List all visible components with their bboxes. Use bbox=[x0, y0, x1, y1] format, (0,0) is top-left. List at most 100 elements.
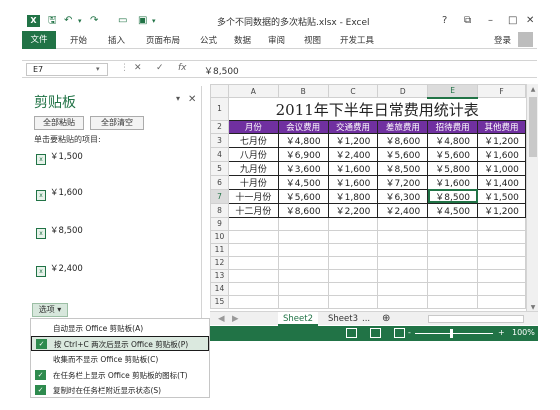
row-header[interactable]: 13 bbox=[210, 268, 229, 283]
tab-home[interactable]: 开始 bbox=[70, 34, 87, 46]
confirm-entry-icon[interactable]: ✓ bbox=[156, 63, 164, 73]
tab-sheet3[interactable]: Sheet3 bbox=[328, 312, 358, 326]
data-cell[interactable]: ￥6,300 bbox=[377, 188, 429, 204]
pane-close-icon[interactable]: ✕ bbox=[188, 94, 196, 105]
row-header[interactable]: 1 bbox=[210, 97, 229, 121]
header-cell[interactable]: 月份 bbox=[227, 119, 279, 134]
empty-cell[interactable] bbox=[427, 242, 479, 257]
save-as-icon[interactable]: ▣ bbox=[138, 14, 147, 28]
data-cell[interactable]: ￥1,000 bbox=[477, 160, 526, 176]
empty-cell[interactable] bbox=[227, 242, 279, 257]
data-cell[interactable]: ￥4,500 bbox=[277, 174, 329, 190]
save-icon[interactable]: 🖫 bbox=[48, 14, 57, 28]
data-cell[interactable]: ￥8,500 bbox=[377, 160, 429, 176]
data-cell[interactable]: ￥6,900 bbox=[277, 146, 329, 162]
help-button[interactable]: ? bbox=[442, 14, 447, 28]
data-cell[interactable]: ￥5,600 bbox=[277, 188, 329, 204]
zoom-level[interactable]: 100% bbox=[512, 328, 535, 337]
tab-page-layout[interactable]: 页面布局 bbox=[146, 34, 180, 46]
empty-cell[interactable] bbox=[427, 294, 479, 309]
close-button[interactable]: ✕ bbox=[526, 14, 534, 28]
data-cell[interactable]: ￥1,600 bbox=[477, 146, 526, 162]
menu-item-taskbar-icon[interactable]: ✓ 在任务栏上显示 Office 剪贴板的图标(T) bbox=[31, 368, 209, 383]
empty-cell[interactable] bbox=[327, 216, 379, 231]
header-cell[interactable]: 会议费用 bbox=[277, 119, 329, 134]
tab-insert[interactable]: 插入 bbox=[108, 34, 125, 46]
tab-sheet2[interactable]: Sheet2 bbox=[278, 312, 318, 326]
data-cell[interactable]: ￥1,600 bbox=[327, 174, 379, 190]
empty-cell[interactable] bbox=[327, 229, 379, 244]
row-header[interactable]: 12 bbox=[210, 255, 229, 270]
empty-cell[interactable] bbox=[227, 268, 279, 283]
data-cell[interactable]: ￥3,600 bbox=[277, 160, 329, 176]
data-cell[interactable]: ￥1,600 bbox=[327, 160, 379, 176]
more-sheets-button[interactable]: ... bbox=[362, 312, 370, 326]
redo-icon[interactable]: ↷ bbox=[90, 14, 98, 28]
data-cell[interactable]: 十一月份 bbox=[227, 188, 279, 204]
paste-all-button[interactable]: 全部粘贴 bbox=[34, 116, 84, 130]
qat-dropdown-icon[interactable]: ▾ bbox=[152, 14, 156, 28]
empty-cell[interactable] bbox=[427, 216, 479, 231]
header-cell[interactable]: 交通费用 bbox=[327, 119, 379, 134]
options-button[interactable]: 选项 ▾ bbox=[32, 303, 68, 317]
data-cell[interactable]: ￥1,600 bbox=[427, 174, 479, 190]
header-cell[interactable]: 差旅费用 bbox=[377, 119, 429, 134]
data-cell[interactable]: ￥2,400 bbox=[377, 202, 429, 218]
undo-dropdown-icon[interactable]: ▾ bbox=[78, 14, 82, 28]
empty-cell[interactable] bbox=[327, 242, 379, 257]
cancel-entry-icon[interactable]: ✕ bbox=[134, 63, 142, 73]
row-header[interactable]: 9 bbox=[210, 216, 229, 231]
empty-cell[interactable] bbox=[477, 294, 526, 309]
empty-cell[interactable] bbox=[377, 268, 429, 283]
row-header[interactable]: 2 bbox=[210, 119, 229, 134]
pane-options-icon[interactable]: ▾ bbox=[176, 94, 180, 103]
data-cell[interactable]: 十二月份 bbox=[227, 202, 279, 218]
row-header[interactable]: 10 bbox=[210, 229, 229, 244]
select-all-corner[interactable] bbox=[210, 84, 229, 98]
empty-cell[interactable] bbox=[277, 242, 329, 257]
empty-cell[interactable] bbox=[427, 229, 479, 244]
data-cell[interactable]: ￥4,500 bbox=[427, 202, 479, 218]
column-header-b[interactable]: B bbox=[277, 84, 329, 98]
empty-cell[interactable] bbox=[477, 216, 526, 231]
menu-item-auto-show[interactable]: 自动显示 Office 剪贴板(A) bbox=[31, 321, 209, 336]
open-folder-icon[interactable]: ▭ bbox=[118, 14, 127, 28]
minimize-button[interactable]: – bbox=[488, 14, 493, 28]
scroll-thumb[interactable] bbox=[529, 97, 537, 157]
row-header[interactable]: 5 bbox=[210, 160, 229, 176]
column-header-f[interactable]: F bbox=[477, 84, 526, 98]
data-cell[interactable]: 十月份 bbox=[227, 174, 279, 190]
clipboard-item[interactable]: x ￥2,400 bbox=[36, 262, 83, 277]
column-header-d[interactable]: D bbox=[377, 84, 429, 98]
clipboard-item[interactable]: x ￥1,500 bbox=[36, 150, 83, 165]
tab-view[interactable]: 视图 bbox=[304, 34, 321, 46]
tab-data[interactable]: 数据 bbox=[234, 34, 251, 46]
tab-developer[interactable]: 开发工具 bbox=[340, 34, 374, 46]
tab-formulas[interactable]: 公式 bbox=[200, 34, 217, 46]
data-cell[interactable]: ￥2,200 bbox=[327, 202, 379, 218]
data-cell[interactable]: ￥1,200 bbox=[327, 132, 379, 148]
empty-cell[interactable] bbox=[227, 294, 279, 309]
empty-cell[interactable] bbox=[427, 255, 479, 270]
sheet-prev-icon[interactable]: ◀ bbox=[218, 312, 225, 326]
data-cell[interactable]: ￥8,600 bbox=[277, 202, 329, 218]
avatar[interactable] bbox=[518, 32, 533, 47]
scroll-up-icon[interactable]: ▲ bbox=[528, 85, 538, 95]
clipboard-item[interactable]: x ￥8,500 bbox=[36, 224, 83, 239]
vertical-scrollbar[interactable]: ▲ ▼ bbox=[526, 84, 538, 314]
column-header-a[interactable]: A bbox=[227, 84, 279, 98]
empty-cell[interactable] bbox=[327, 255, 379, 270]
zoom-out-button[interactable]: - bbox=[408, 328, 411, 337]
ribbon-display-button[interactable]: ⧉ bbox=[464, 14, 471, 28]
empty-cell[interactable] bbox=[477, 229, 526, 244]
data-cell[interactable]: 七月份 bbox=[227, 132, 279, 148]
zoom-in-button[interactable]: + bbox=[498, 328, 505, 337]
data-cell[interactable]: 八月份 bbox=[227, 146, 279, 162]
empty-cell[interactable] bbox=[427, 268, 479, 283]
row-header[interactable]: 4 bbox=[210, 146, 229, 162]
clear-all-button[interactable]: 全部清空 bbox=[90, 116, 144, 130]
data-cell[interactable]: ￥1,200 bbox=[477, 202, 526, 218]
column-header-e[interactable]: E bbox=[427, 84, 479, 99]
data-cell[interactable]: 九月份 bbox=[227, 160, 279, 176]
normal-view-icon[interactable] bbox=[346, 328, 357, 338]
